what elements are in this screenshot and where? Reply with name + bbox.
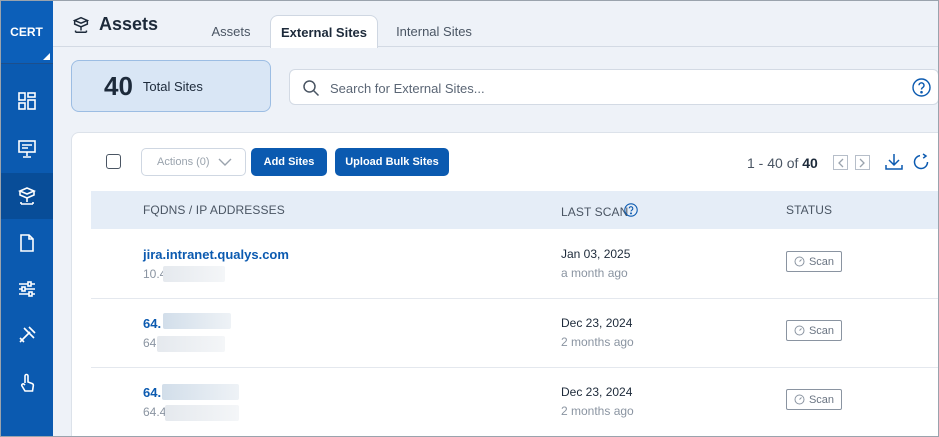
search-input[interactable] <box>330 78 830 98</box>
fqdn-link[interactable]: jira.intranet.qualys.com <box>143 247 289 262</box>
upload-bulk-sites-button[interactable]: Upload Bulk Sites <box>335 148 449 176</box>
last-scan-help-icon[interactable] <box>624 203 638 217</box>
corner-caret-icon <box>43 53 50 60</box>
brand-label: CERT <box>10 24 43 39</box>
chevron-left-icon <box>838 158 844 167</box>
scan-status-label: Scan <box>808 393 835 406</box>
table-row[interactable]: 64. 64.4 Dec 23, 2024 2 months ago Scan <box>91 368 939 437</box>
sidebar-item-tools[interactable] <box>0 312 53 358</box>
pagination-summary: 1 - 40 of 40 <box>747 155 818 171</box>
pager-range: 1 - 40 of <box>747 155 799 171</box>
last-scan-date: Dec 23, 2024 <box>561 385 633 399</box>
scan-status-button[interactable]: Scan <box>786 389 842 410</box>
prev-page-button[interactable] <box>833 155 848 170</box>
last-scan-date: Jan 03, 2025 <box>561 247 631 261</box>
redacted-ip-blur <box>157 336 225 352</box>
redacted-ip-blur <box>165 405 239 421</box>
app-switcher[interactable]: CERT <box>0 0 53 64</box>
add-sites-button[interactable]: Add Sites <box>251 148 327 176</box>
sliders-icon <box>18 281 35 297</box>
download-icon[interactable] <box>884 153 904 171</box>
scan-gauge-icon <box>794 325 805 336</box>
sites-panel: Actions (0) Add Sites Upload Bulk Sites … <box>71 132 939 437</box>
sidebar-item-reports[interactable] <box>0 220 53 266</box>
fqdn-link[interactable]: 64. <box>143 385 161 400</box>
total-sites-count: 40 <box>104 70 133 101</box>
refresh-icon[interactable] <box>912 153 930 171</box>
table-row[interactable]: jira.intranet.qualys.com 10.4 Jan 03, 20… <box>91 230 939 299</box>
table-row[interactable]: 64. 64. Dec 23, 2024 2 months ago Scan <box>91 299 939 368</box>
dashboard-icon <box>17 92 36 110</box>
assets-title-icon <box>72 16 90 33</box>
page-header: Assets Assets External Sites Internal Si… <box>53 0 939 48</box>
chevron-right-icon <box>859 158 865 167</box>
tab-assets[interactable]: Assets <box>198 15 264 47</box>
redacted-fqdn-blur <box>163 313 231 329</box>
tab-external-sites[interactable]: External Sites <box>270 15 378 48</box>
scan-gauge-icon <box>794 256 805 267</box>
ip-address: 64.4 <box>143 405 167 419</box>
pointer-hand-icon <box>20 373 34 392</box>
pager-total: 40 <box>802 155 818 171</box>
chevron-down-icon <box>218 158 232 166</box>
actions-label: Actions (0) <box>157 156 210 168</box>
total-sites-label: Total Sites <box>142 78 203 94</box>
redacted-ip-blur <box>163 266 225 282</box>
monitor-icon <box>17 140 36 158</box>
page-title-group: Assets <box>71 14 158 35</box>
scan-status-button[interactable]: Scan <box>786 251 842 272</box>
column-header-last-scan[interactable]: LAST SCAN <box>561 205 628 219</box>
table-header: FQDNS / IP ADDRESSES LAST SCAN STATUS <box>91 191 939 229</box>
page-title: Assets <box>99 14 159 34</box>
scan-status-label: Scan <box>808 255 835 268</box>
actions-dropdown[interactable]: Actions (0) <box>141 148 246 176</box>
column-header-status[interactable]: STATUS <box>786 203 832 217</box>
last-scan-date: Dec 23, 2024 <box>561 316 633 330</box>
redacted-fqdn-blur <box>162 384 239 400</box>
last-scan-relative: 2 months ago <box>561 404 634 418</box>
tab-internal-sites[interactable]: Internal Sites <box>386 15 482 47</box>
select-all-checkbox[interactable] <box>106 154 121 169</box>
assets-network-icon <box>17 187 36 205</box>
last-scan-relative: a month ago <box>561 266 628 280</box>
scan-status-button[interactable]: Scan <box>786 320 842 341</box>
sidebar: CERT <box>0 0 53 437</box>
next-page-button[interactable] <box>855 155 870 170</box>
sidebar-item-interact[interactable] <box>0 360 53 406</box>
scan-gauge-icon <box>794 394 805 405</box>
search-icon <box>303 80 320 97</box>
document-icon <box>19 234 34 252</box>
column-header-fqdns[interactable]: FQDNS / IP ADDRESSES <box>143 203 285 217</box>
help-icon[interactable] <box>912 78 931 97</box>
sidebar-item-assets[interactable] <box>0 173 53 219</box>
sidebar-item-monitor[interactable] <box>0 126 53 172</box>
fqdn-link[interactable]: 64. <box>143 316 161 331</box>
scan-status-label: Scan <box>808 324 835 337</box>
total-sites-card[interactable]: 40 Total Sites <box>71 60 271 112</box>
tools-icon <box>18 326 36 343</box>
search-bar <box>289 69 939 105</box>
last-scan-relative: 2 months ago <box>561 335 634 349</box>
sidebar-item-settings[interactable] <box>0 266 53 312</box>
sidebar-item-dashboard[interactable] <box>0 78 53 124</box>
